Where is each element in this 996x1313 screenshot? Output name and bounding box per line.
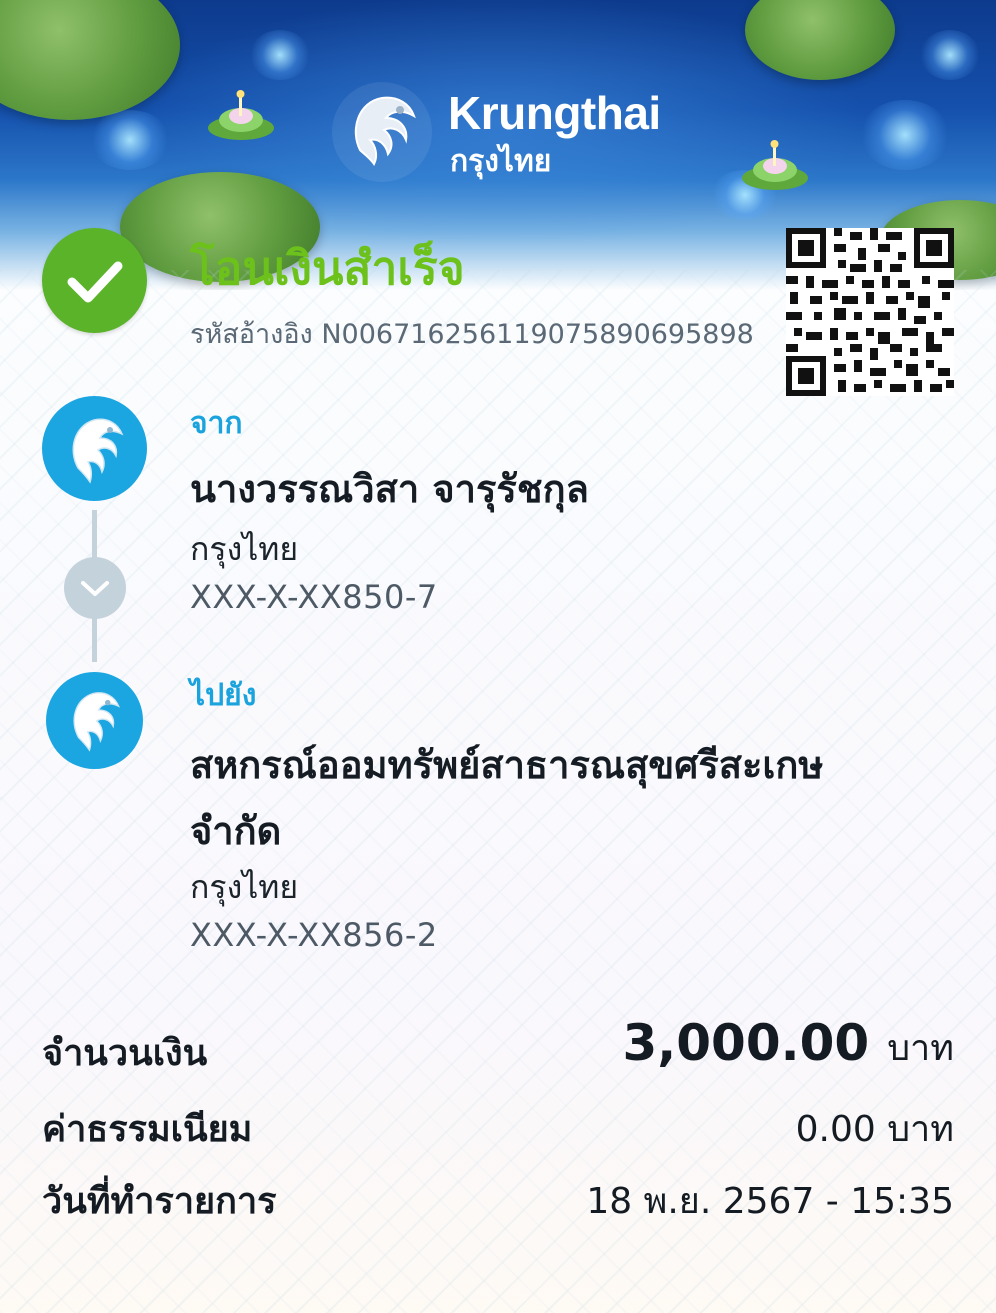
lily-pad-decoration (745, 0, 895, 80)
light-decoration (920, 30, 980, 80)
krungthai-bird-icon (72, 418, 124, 484)
fee-value: 0.00 บาท (795, 1109, 954, 1150)
direction-indicator (64, 557, 126, 619)
check-icon (67, 261, 123, 303)
recipient-bank: กรุงไทย (190, 868, 299, 906)
chevron-down-icon (81, 581, 109, 596)
to-bank-avatar (46, 672, 143, 769)
krathong-decoration (208, 90, 274, 140)
sender-bank: กรุงไทย (190, 530, 299, 568)
light-decoration (90, 110, 170, 170)
timeline-connector (92, 618, 97, 662)
status-title: โอนเงินสำเร็จ (190, 241, 465, 295)
transaction-date: 18 พ.ย. 2567 - 15:35 (586, 1181, 954, 1222)
brand-name-en: Krungthai (448, 87, 661, 139)
recipient-name-line1: สหกรณ์ออมทรัพย์สาธารณสุขศรีสะเกษ (190, 743, 824, 787)
lily-pad-decoration (0, 0, 180, 120)
amount-row-value: 3,000.00 บาท (622, 1014, 954, 1076)
garuda-logo-icon (332, 82, 432, 182)
to-label: ไปยัง (190, 678, 257, 713)
reference-code: รหัสอ้างอิง N006716256119075890695898 (190, 312, 754, 355)
krungthai-bird-icon (73, 692, 120, 752)
amount-unit: บาท (887, 1028, 954, 1069)
sender-name: นางวรรณวิสา จารุรัชกุล (190, 467, 589, 511)
timeline-connector (92, 510, 97, 558)
brand-name-th: กรุงไทย (450, 144, 552, 179)
recipient-name-line2: จำกัด (190, 809, 282, 853)
recipient-account: XXX-X-XX856-2 (190, 916, 438, 954)
date-label: วันที่ทำรายการ (42, 1181, 277, 1222)
light-decoration (250, 30, 310, 80)
reference-label: รหัสอ้างอิง (190, 319, 313, 350)
amount-value: 3,000.00 (622, 1014, 870, 1072)
amount-label: จำนวนเงิน (42, 1033, 208, 1074)
from-bank-avatar (42, 396, 147, 501)
sender-account: XXX-X-XX850-7 (190, 578, 438, 616)
qr-code[interactable] (786, 228, 954, 396)
light-decoration (860, 100, 950, 170)
fee-label: ค่าธรรมเนียม (42, 1109, 253, 1150)
krungthai-logo: Krungthai กรุงไทย (330, 80, 670, 190)
from-label: จาก (190, 406, 243, 441)
krathong-decoration (742, 140, 808, 190)
success-badge (42, 228, 147, 333)
reference-value: N006716256119075890695898 (321, 319, 754, 350)
